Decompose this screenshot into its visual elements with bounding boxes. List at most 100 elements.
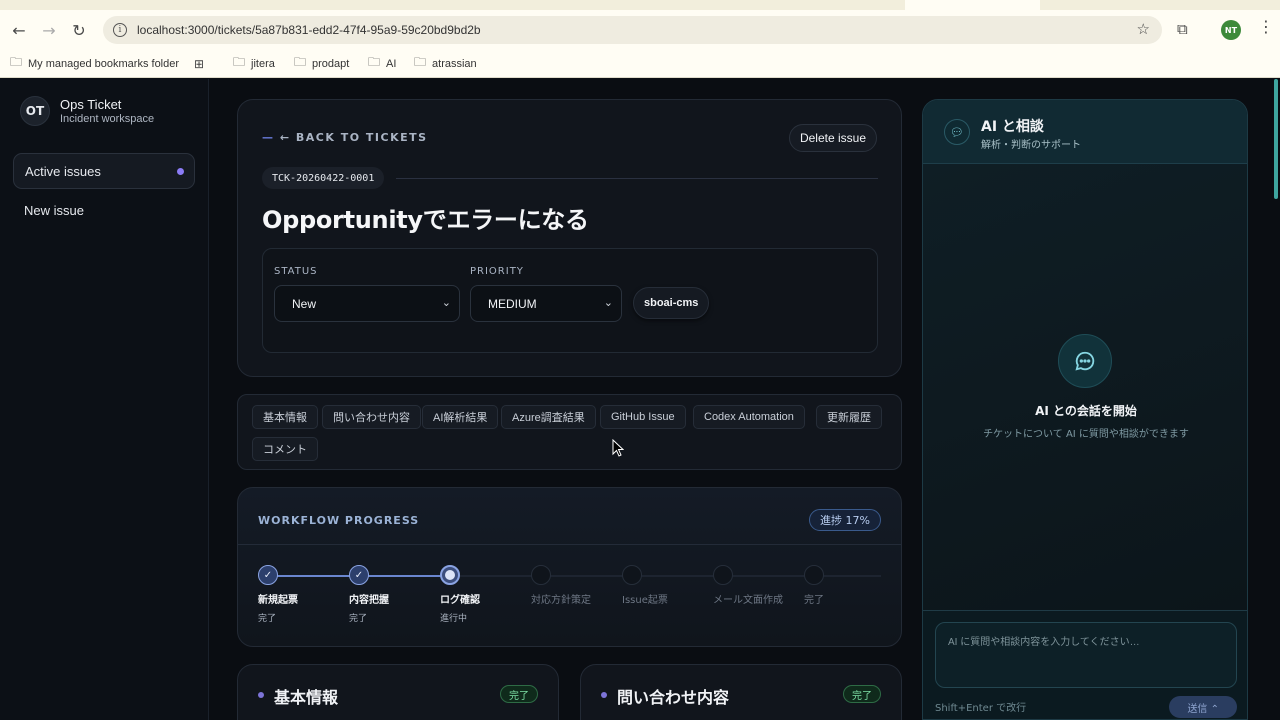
section-title: 基本情報 bbox=[274, 688, 339, 707]
tab-github-issue[interactable]: GitHub Issue bbox=[600, 405, 686, 429]
folder-icon: 🗀︎ bbox=[414, 55, 427, 69]
bookmark-star-icon[interactable]: ☆ bbox=[1137, 20, 1150, 38]
back-arrow-icon[interactable]: ← bbox=[4, 15, 34, 45]
bookmark-item[interactable]: 🗀︎ atrassian bbox=[414, 53, 477, 74]
ai-panel-title: AI と相談 bbox=[981, 119, 1044, 135]
section-tabs: 基本情報 問い合わせ内容 AI解析結果 Azure調査結果 GitHub Iss… bbox=[237, 394, 902, 470]
send-button[interactable]: 送信 ⌃ bbox=[1169, 696, 1237, 718]
pending-step-icon bbox=[713, 565, 733, 585]
ai-message-input[interactable]: AI に質問や相談内容を入力してください… bbox=[935, 622, 1237, 688]
scrollbar[interactable] bbox=[1274, 79, 1278, 199]
ticket-id-row: TCK-20260422-0001 bbox=[262, 167, 878, 189]
url-text[interactable]: localhost:3000/tickets/5a87b831-edd2-47f… bbox=[137, 23, 481, 37]
step-label: メール文面作成 bbox=[713, 595, 783, 606]
mouse-cursor-icon bbox=[612, 439, 624, 457]
managed-folder-icon: 🗀︎ bbox=[10, 55, 23, 69]
project-tag[interactable]: sboai-cms bbox=[633, 287, 710, 319]
priority-select[interactable]: MEDIUM ⌄ bbox=[470, 285, 622, 322]
bookmark-label: prodapt bbox=[312, 57, 350, 70]
ai-panel-header: 💬︎ AI と相談 解析・判断のサポート bbox=[923, 100, 1247, 164]
page-title: Opportunityでエラーになる bbox=[262, 206, 589, 234]
ticket-fields: STATUS New ⌄ PRIORITY MEDIUM ⌄ sboai-cms bbox=[262, 248, 878, 353]
forward-arrow-icon[interactable]: → bbox=[34, 15, 64, 45]
back-prefix-line: — bbox=[262, 131, 275, 144]
step-label: ログ確認 bbox=[440, 595, 480, 606]
priority-label: PRIORITY bbox=[470, 266, 524, 277]
empty-state-title: AI との会話を開始 bbox=[1035, 404, 1137, 418]
ai-composer: AI に質問や相談内容を入力してください… Shift+Enter で改行 送信… bbox=[923, 610, 1247, 719]
chat-bubble-icon: 💬︎ bbox=[944, 119, 970, 145]
bookmark-item[interactable]: 🗀︎ My managed bookmarks folder bbox=[10, 53, 179, 74]
empty-state-subtitle: チケットについて AI に質問や相談ができます bbox=[983, 429, 1189, 440]
sidebar-item-new-issue[interactable]: New issue bbox=[13, 192, 195, 228]
workflow-step: 対応方針策定 bbox=[531, 565, 591, 606]
bookmark-label: atrassian bbox=[432, 57, 477, 70]
bookmark-item[interactable]: ⊞ bbox=[194, 57, 210, 71]
tab-history[interactable]: 更新履歴 bbox=[816, 405, 882, 429]
step-label: 新規起票 bbox=[258, 595, 298, 606]
brand-subtitle: Incident workspace bbox=[60, 113, 155, 125]
back-link-label: ← BACK TO TICKETS bbox=[279, 131, 428, 144]
browser-menu-icon[interactable]: ⋮ bbox=[1258, 17, 1274, 36]
workflow-step: Issue起票 bbox=[622, 565, 668, 606]
bookmark-item[interactable]: 🗀︎ jitera bbox=[233, 53, 275, 74]
tab-codex-automation[interactable]: Codex Automation bbox=[693, 405, 805, 429]
brand-logo: OT bbox=[20, 96, 50, 126]
bookmark-item[interactable]: 🗀︎ prodapt bbox=[294, 53, 349, 74]
section-dot bbox=[258, 692, 264, 698]
tab-comments[interactable]: コメント bbox=[252, 437, 318, 461]
divider bbox=[396, 177, 878, 179]
status-label: STATUS bbox=[274, 266, 318, 277]
profile-avatar[interactable]: NT bbox=[1221, 20, 1241, 40]
bookmarks-bar: 🗀︎ My managed bookmarks folder ⊞ 🗀︎ jitera 🗀︎… bbox=[0, 50, 1280, 78]
apps-grid-icon: ⊞ bbox=[194, 56, 205, 71]
active-indicator-dot bbox=[177, 167, 184, 175]
step-status: 完了 bbox=[258, 614, 277, 624]
ai-panel-subtitle: 解析・判断のサポート bbox=[981, 140, 1081, 151]
bookmark-item[interactable]: 🗀︎ AI bbox=[368, 53, 396, 74]
sidebar: OT Ops Ticket Incident workspace Active … bbox=[0, 79, 209, 720]
check-icon: ✓ bbox=[258, 565, 278, 585]
reload-icon[interactable]: ↻ bbox=[64, 15, 94, 45]
bookmark-label: My managed bookmarks folder bbox=[28, 57, 180, 70]
app-root: OT Ops Ticket Incident workspace Active … bbox=[0, 79, 1280, 720]
chevron-down-icon: ⌄ bbox=[441, 297, 451, 309]
section-dot bbox=[601, 692, 607, 698]
workflow-step: ✓ 新規起票完了 bbox=[258, 565, 298, 624]
sidebar-item-active-issues[interactable]: Active issues bbox=[13, 153, 195, 189]
step-label: 内容把握 bbox=[349, 595, 389, 606]
bookmark-label: jitera bbox=[251, 57, 275, 70]
pending-step-icon bbox=[531, 565, 551, 585]
step-label: Issue起票 bbox=[622, 595, 668, 606]
workflow-step: 完了 bbox=[804, 565, 824, 606]
extensions-icon[interactable]: ⧉ bbox=[1177, 20, 1188, 38]
workflow-step: ✓ 内容把握 完了 bbox=[349, 565, 389, 624]
brand-title: Ops Ticket bbox=[60, 97, 122, 112]
pending-step-icon bbox=[804, 565, 824, 585]
ai-chat-panel: 💬︎ AI と相談 解析・判断のサポート AI との会話を開始 チケットについて… bbox=[922, 99, 1248, 720]
tab-azure-result[interactable]: Azure調査結果 bbox=[501, 405, 596, 429]
basic-info-section: 基本情報 完了 bbox=[237, 664, 559, 720]
pending-step-icon bbox=[622, 565, 642, 585]
active-browser-tab[interactable] bbox=[905, 0, 1040, 10]
site-info-icon[interactable]: i bbox=[113, 23, 127, 37]
chevron-down-icon: ⌄ bbox=[603, 297, 613, 309]
tab-inquiry[interactable]: 問い合わせ内容 bbox=[322, 405, 421, 429]
tab-ai-analysis[interactable]: AI解析結果 bbox=[422, 405, 499, 429]
status-badge: 完了 bbox=[843, 685, 881, 703]
sidebar-item-label: New issue bbox=[24, 202, 84, 218]
ticket-id-badge: TCK-20260422-0001 bbox=[262, 167, 385, 189]
workflow-step: メール文面作成 bbox=[713, 565, 783, 606]
step-label: 完了 bbox=[804, 595, 824, 606]
chat-bubble-icon bbox=[1058, 334, 1112, 388]
tab-basic-info[interactable]: 基本情報 bbox=[252, 405, 318, 429]
delete-issue-button[interactable]: Delete issue bbox=[788, 124, 877, 152]
address-bar[interactable]: i localhost:3000/tickets/5a87b831-edd2-4… bbox=[103, 16, 1162, 44]
browser-toolbar: ← → ↻ i localhost:3000/tickets/5a87b831-… bbox=[0, 10, 1280, 50]
inquiry-section: 問い合わせ内容 完了 bbox=[580, 664, 902, 720]
step-label: 対応方針策定 bbox=[531, 595, 591, 606]
status-select[interactable]: New ⌄ bbox=[274, 285, 460, 322]
ai-chat-body: AI との会話を開始 チケットについて AI に質問や相談ができます bbox=[923, 164, 1247, 610]
progress-badge: 進捗 17% bbox=[809, 509, 881, 531]
back-to-tickets-link[interactable]: — ← BACK TO TICKETS bbox=[262, 131, 428, 144]
